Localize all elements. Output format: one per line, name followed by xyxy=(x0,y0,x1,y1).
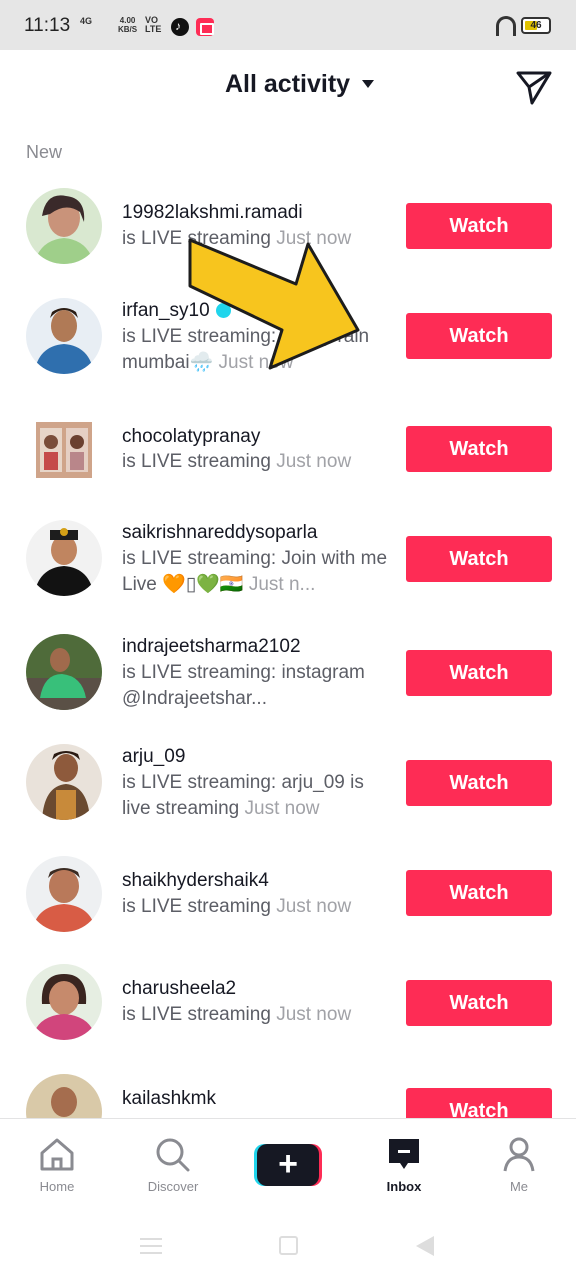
direct-message-icon[interactable] xyxy=(514,67,554,107)
create-button[interactable]: + xyxy=(254,1144,322,1186)
status-bar: 11:13 4G 4.00 KB/S VO LTE 46 xyxy=(0,0,576,50)
activity-message: is LIVE streaming xyxy=(122,451,271,472)
home-icon[interactable] xyxy=(38,1137,76,1171)
watch-button[interactable]: Watch xyxy=(406,760,552,806)
username[interactable]: charusheela2 xyxy=(122,978,236,1000)
activity-time: Just now xyxy=(276,1004,352,1025)
inbox-icon[interactable] xyxy=(387,1137,421,1171)
username[interactable]: kailashkmk xyxy=(122,1088,216,1110)
watch-button[interactable]: Watch xyxy=(406,1088,552,1118)
activity-time: Just now xyxy=(276,451,352,472)
username[interactable]: indrajeetsharma2102 xyxy=(122,636,301,658)
section-label-new: New xyxy=(26,142,63,162)
activity-message: is LIVE streaming: arju_09 is live strea… xyxy=(122,772,364,819)
avatar[interactable] xyxy=(26,188,102,264)
username[interactable]: shaikhydershaik4 xyxy=(122,870,269,892)
avatar[interactable] xyxy=(26,964,102,1040)
username[interactable]: arju_09 xyxy=(122,746,185,768)
menu-icon[interactable] xyxy=(140,1238,162,1254)
avatar[interactable] xyxy=(26,634,102,710)
activity-time: Just n... xyxy=(248,574,316,595)
bottom-nav: Home Discover + Inbox Me xyxy=(0,1118,576,1210)
pointer-arrow-icon xyxy=(188,238,360,370)
activity-text: is LIVE streaming: arju_09 is live strea… xyxy=(122,770,390,822)
nav-home-label[interactable]: Home xyxy=(7,1179,107,1194)
status-time: 11:13 xyxy=(24,15,71,36)
watch-button[interactable]: Watch xyxy=(406,203,552,249)
avatar[interactable] xyxy=(26,298,102,374)
nav-me[interactable]: Me xyxy=(469,1119,569,1211)
speed-unit: KB/S xyxy=(118,25,138,34)
avatar[interactable] xyxy=(26,520,102,596)
nav-discover-label[interactable]: Discover xyxy=(123,1179,223,1194)
activity-text: is LIVE streaming: Join with me Live 🧡▯💚… xyxy=(122,546,390,598)
watch-button[interactable]: Watch xyxy=(406,870,552,916)
activity-message: is LIVE streaming xyxy=(122,896,271,917)
username[interactable]: 19982lakshmi.ramadi xyxy=(122,202,303,224)
volte-bottom: LTE xyxy=(145,24,162,34)
search-icon[interactable] xyxy=(155,1137,191,1173)
activity-text: is LIVE streaming Just now xyxy=(122,1002,390,1028)
battery-icon: 46 xyxy=(521,17,551,34)
activity-text: is LIVE streaming: instagram @Indrajeets… xyxy=(122,660,390,712)
activity-text: is LIVE streaming Just now xyxy=(122,894,390,920)
username[interactable]: chocolatypranay xyxy=(122,426,260,448)
activity-message: is LIVE streaming xyxy=(122,1004,271,1025)
nav-home[interactable]: Home xyxy=(7,1119,107,1211)
watch-button[interactable]: Watch xyxy=(406,650,552,696)
app-notification-icon xyxy=(196,18,214,36)
watch-button[interactable]: Watch xyxy=(406,536,552,582)
activity-text: is LIVE streaming Just now xyxy=(122,449,390,475)
activity-message: is LIVE streaming: instagram @Indrajeets… xyxy=(122,662,365,709)
network-speed: 4.00 KB/S xyxy=(118,16,137,34)
header: All activity xyxy=(0,50,576,122)
avatar[interactable] xyxy=(26,856,102,932)
caret-down-icon[interactable] xyxy=(362,80,374,88)
plus-icon[interactable]: + xyxy=(257,1144,319,1186)
watch-button[interactable]: Watch xyxy=(406,313,552,359)
back-icon[interactable] xyxy=(416,1236,434,1256)
avatar[interactable] xyxy=(36,422,92,478)
system-nav-bar xyxy=(0,1210,576,1280)
username[interactable]: saikrishnareddysoparla xyxy=(122,522,317,544)
tiktok-notification-icon xyxy=(171,18,189,36)
activity-time: Just now xyxy=(276,896,352,917)
avatar[interactable] xyxy=(26,1074,102,1118)
activity-filter-dropdown[interactable]: All activity xyxy=(225,70,350,99)
home-square-icon[interactable] xyxy=(279,1236,298,1255)
nav-inbox[interactable]: Inbox xyxy=(354,1119,454,1211)
nav-me-label[interactable]: Me xyxy=(469,1179,569,1194)
signal-indicator: 4G xyxy=(80,16,93,26)
headset-icon xyxy=(496,16,516,36)
nav-inbox-label[interactable]: Inbox xyxy=(354,1179,454,1194)
nav-discover[interactable]: Discover xyxy=(123,1119,223,1211)
avatar[interactable] xyxy=(26,744,102,820)
profile-icon[interactable] xyxy=(503,1137,535,1173)
battery-level: 46 xyxy=(530,20,542,31)
watch-button[interactable]: Watch xyxy=(406,980,552,1026)
speed-value: 4.00 xyxy=(119,16,136,25)
activity-time: Just now xyxy=(244,798,320,819)
volte-indicator: VO LTE xyxy=(145,16,161,34)
watch-button[interactable]: Watch xyxy=(406,426,552,472)
